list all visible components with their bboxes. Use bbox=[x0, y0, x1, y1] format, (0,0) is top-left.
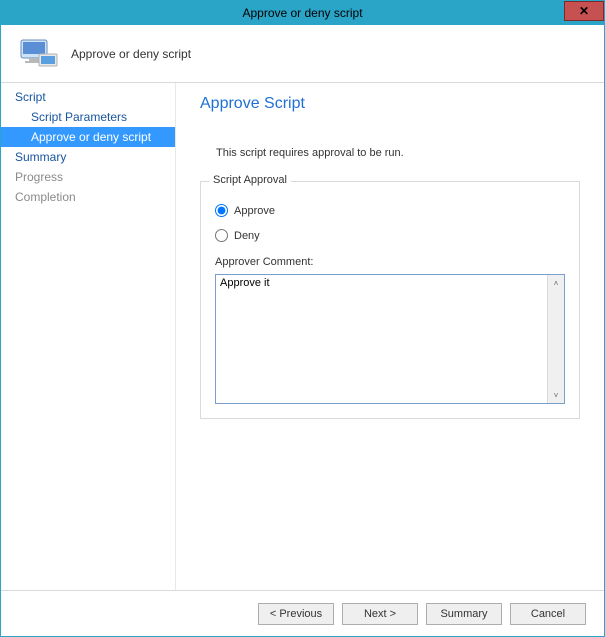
radio-deny-label: Deny bbox=[234, 230, 260, 242]
previous-button[interactable]: < Previous bbox=[258, 603, 334, 625]
window-title: Approve or deny script bbox=[1, 6, 604, 20]
sidebar-item-script[interactable]: Script bbox=[1, 87, 175, 107]
footer: < Previous Next > Summary Cancel bbox=[1, 590, 604, 636]
sidebar-item-progress[interactable]: Progress bbox=[1, 167, 175, 187]
header: Approve or deny script bbox=[1, 25, 604, 83]
sidebar-item-approve-or-deny-script[interactable]: Approve or deny script bbox=[1, 127, 175, 147]
radio-approve[interactable] bbox=[215, 204, 228, 217]
close-icon: ✕ bbox=[579, 4, 589, 18]
sidebar-item-completion[interactable]: Completion bbox=[1, 187, 175, 207]
scrollbar[interactable]: ˄ ˅ bbox=[547, 275, 564, 403]
radio-approve-row: Approve bbox=[215, 204, 565, 217]
radio-deny[interactable] bbox=[215, 229, 228, 242]
titlebar: Approve or deny script ✕ bbox=[1, 1, 604, 25]
comment-field-wrap: ˄ ˅ bbox=[215, 274, 565, 404]
sidebar-item-summary[interactable]: Summary bbox=[1, 147, 175, 167]
body: Script Script Parameters Approve or deny… bbox=[1, 83, 604, 590]
window: Approve or deny script ✕ Approve or deny… bbox=[0, 0, 605, 637]
radio-deny-row: Deny bbox=[215, 229, 565, 242]
approver-comment-input[interactable] bbox=[216, 275, 547, 403]
sidebar: Script Script Parameters Approve or deny… bbox=[1, 83, 176, 590]
cancel-button[interactable]: Cancel bbox=[510, 603, 586, 625]
close-button[interactable]: ✕ bbox=[564, 1, 604, 21]
script-approval-group: Script Approval Approve Deny Approver Co… bbox=[200, 181, 580, 419]
summary-button[interactable]: Summary bbox=[426, 603, 502, 625]
next-button[interactable]: Next > bbox=[342, 603, 418, 625]
content: Approve Script This script requires appr… bbox=[176, 83, 604, 590]
page-heading: Approve Script bbox=[200, 95, 580, 113]
radio-approve-label: Approve bbox=[234, 205, 275, 217]
header-title: Approve or deny script bbox=[71, 47, 191, 61]
sidebar-item-script-parameters[interactable]: Script Parameters bbox=[1, 107, 175, 127]
page-subtext: This script requires approval to be run. bbox=[216, 147, 580, 159]
comment-label: Approver Comment: bbox=[215, 256, 565, 268]
monitor-icon bbox=[19, 36, 59, 72]
scroll-up-icon[interactable]: ˄ bbox=[548, 275, 564, 291]
scroll-down-icon[interactable]: ˅ bbox=[548, 387, 564, 403]
group-legend: Script Approval bbox=[209, 174, 291, 186]
